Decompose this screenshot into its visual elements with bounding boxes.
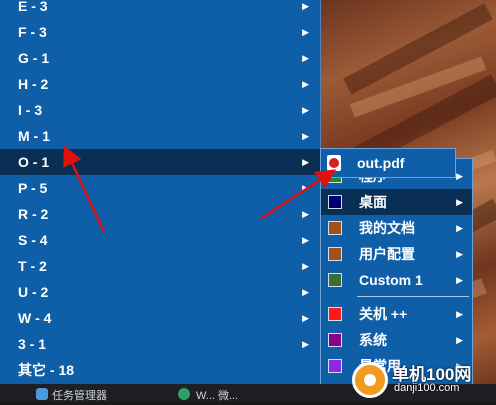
- menu-item-label: O - 1: [18, 154, 50, 170]
- menu-separator: [357, 296, 469, 297]
- menu-item-label: I - 3: [18, 102, 43, 118]
- browser-icon[interactable]: [178, 388, 190, 400]
- main-menu: E - 3 ▶ F - 3 ▶ G - 1 ▶ H - 2 ▶ I - 3 ▶ M - 1 ▶ O - …: [0, 0, 321, 384]
- menu-item[interactable]: 3 - 1 ▶: [0, 331, 320, 357]
- submenu-item[interactable]: 桌面 ▶: [321, 189, 472, 215]
- submenu-item-label: 系统: [359, 332, 387, 348]
- color-swatch-icon: [328, 307, 342, 321]
- chevron-right-icon: ▶: [302, 339, 309, 349]
- chevron-right-icon: ▶: [302, 261, 309, 271]
- watermark-url: danji100.com: [394, 382, 460, 394]
- chevron-right-icon: ▶: [302, 287, 309, 297]
- chevron-right-icon: ▶: [302, 131, 309, 141]
- menu-item[interactable]: T - 2 ▶: [0, 253, 320, 279]
- file-item-label[interactable]: out.pdf: [357, 155, 404, 171]
- chevron-right-icon: ▶: [456, 197, 463, 207]
- submenu-item[interactable]: 用户配置 ▶: [321, 241, 472, 267]
- menu-item[interactable]: F - 3 ▶: [0, 19, 320, 45]
- menu-item-label: P - 5: [18, 180, 48, 196]
- menu-item-label: S - 4: [18, 232, 48, 248]
- menu-item[interactable]: E - 3 ▶: [0, 0, 320, 19]
- menu-item[interactable]: U - 2 ▶: [0, 279, 320, 305]
- pdf-icon: [327, 155, 341, 171]
- chevron-right-icon: ▶: [302, 53, 309, 63]
- menu-item-label: F - 3: [18, 24, 47, 40]
- taskbar-item-1[interactable]: 任务管理器: [52, 387, 107, 403]
- submenu-item-label: 我的文档: [359, 220, 415, 236]
- chevron-right-icon: ▶: [456, 335, 463, 345]
- menu-item-label: T - 2: [18, 258, 47, 274]
- chevron-right-icon: ▶: [456, 249, 463, 259]
- menu-item[interactable]: H - 2 ▶: [0, 71, 320, 97]
- menu-item-label: U - 2: [18, 284, 49, 300]
- menu-item-label: E - 3: [18, 0, 48, 14]
- chevron-right-icon: ▶: [456, 309, 463, 319]
- menu-item[interactable]: S - 4 ▶: [0, 227, 320, 253]
- submenu-item[interactable]: 我的文档 ▶: [321, 215, 472, 241]
- menu-item[interactable]: P - 5 ▶: [0, 175, 320, 201]
- color-swatch-icon: [328, 359, 342, 373]
- submenu-item[interactable]: 系统 ▶: [321, 327, 472, 353]
- menu-item[interactable]: G - 1 ▶: [0, 45, 320, 71]
- chevron-right-icon: ▶: [302, 209, 309, 219]
- color-swatch-icon: [328, 273, 342, 287]
- submenu-item-label: Custom 1: [359, 272, 423, 288]
- menu-item[interactable]: I - 3 ▶: [0, 97, 320, 123]
- submenu-item[interactable]: 关机 ++ ▶: [321, 301, 472, 327]
- color-swatch-icon: [328, 247, 342, 261]
- watermark-logo-icon: [352, 362, 388, 398]
- menu-item[interactable]: M - 1 ▶: [0, 123, 320, 149]
- taskbar-item-2[interactable]: W... 微...: [196, 387, 238, 403]
- chevron-right-icon: ▶: [302, 157, 309, 167]
- menu-item[interactable]: 其它 - 18▶: [0, 357, 320, 383]
- submenu-item-label: 桌面: [359, 194, 387, 210]
- color-swatch-icon: [328, 195, 342, 209]
- menu-item[interactable]: W - 4 ▶: [0, 305, 320, 331]
- chevron-right-icon: ▶: [302, 1, 309, 11]
- chevron-right-icon: ▶: [456, 275, 463, 285]
- chevron-right-icon: ▶: [302, 27, 309, 37]
- submenu-item-label: 用户配置: [359, 246, 415, 262]
- chevron-right-icon: ▶: [302, 105, 309, 115]
- menu-item-label: G - 1: [18, 50, 50, 66]
- chevron-right-icon: ▶: [302, 235, 309, 245]
- file-popup: out.pdf: [320, 148, 456, 178]
- color-swatch-icon: [328, 221, 342, 235]
- submenu-item-label: 关机 ++: [359, 306, 408, 322]
- menu-item-label: W - 4: [18, 310, 52, 326]
- task-manager-icon[interactable]: [36, 388, 48, 400]
- chevron-right-icon: ▶: [302, 183, 309, 193]
- chevron-right-icon: ▶: [456, 223, 463, 233]
- chevron-right-icon: ▶: [302, 313, 309, 323]
- menu-item[interactable]: R - 2 ▶: [0, 201, 320, 227]
- chevron-right-icon: ▶: [456, 171, 463, 181]
- menu-item-label: 其它 - 18: [18, 362, 75, 378]
- submenu-item[interactable]: Custom 1 ▶: [321, 267, 472, 293]
- menu-item-label: M - 1: [18, 128, 50, 144]
- menu-item-label: R - 2: [18, 206, 49, 222]
- chevron-right-icon: ▶: [302, 79, 309, 89]
- color-swatch-icon: [328, 333, 342, 347]
- menu-item-label: H - 2: [18, 76, 49, 92]
- menu-item-label: 3 - 1: [18, 336, 47, 352]
- menu-item[interactable]: O - 1 ▶: [0, 149, 320, 175]
